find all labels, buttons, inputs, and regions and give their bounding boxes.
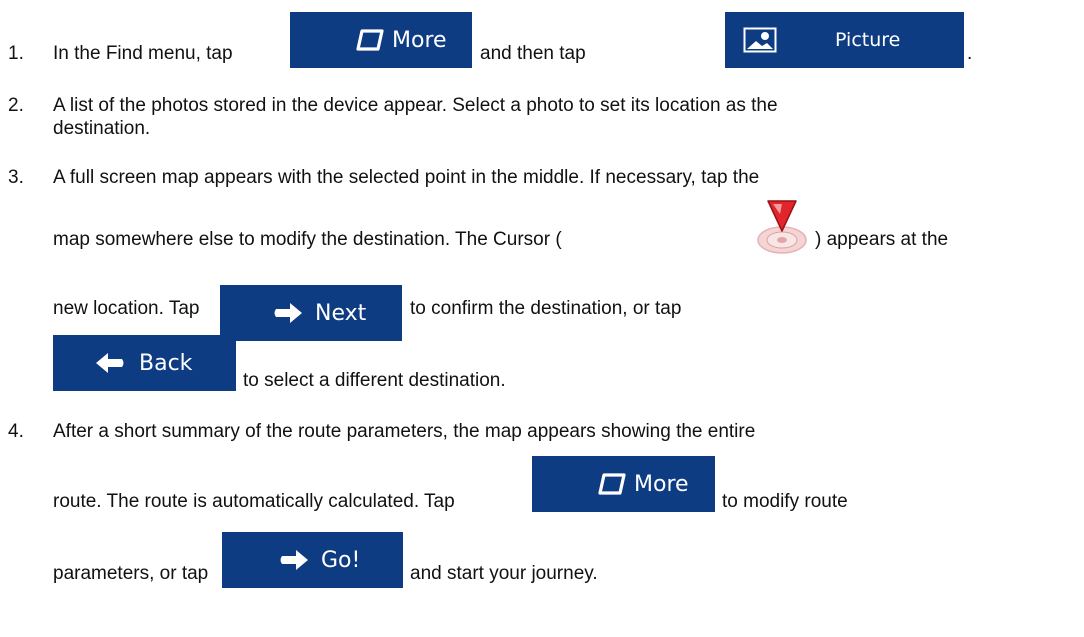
go-button-label: Go!: [321, 547, 361, 573]
step-3-line-1: A full screen map appears with the selec…: [53, 167, 760, 188]
picture-icon: [743, 27, 777, 53]
arrow-right-icon: [271, 301, 305, 325]
step-4-line-1: After a short summary of the route param…: [53, 421, 756, 442]
more-button-2[interactable]: More: [532, 456, 715, 512]
back-button-label: Back: [139, 350, 193, 376]
step-3-line-3a: new location. Tap: [53, 298, 200, 319]
step-2-line-2: destination.: [53, 118, 151, 139]
more-button-label: More: [392, 27, 447, 53]
go-button[interactable]: Go!: [222, 532, 403, 588]
step-2-line-1: A list of the photos stored in the devic…: [53, 95, 778, 116]
more-button-2-label: More: [634, 471, 689, 497]
step-3-number: 3.: [8, 167, 24, 188]
step-2-number: 2.: [8, 95, 24, 116]
step-1-text-b: and then tap: [480, 43, 586, 64]
step-3-line-4: to select a different destination.: [243, 370, 506, 391]
step-3-line-2a: map somewhere else to modify the destina…: [53, 229, 562, 250]
step-4-line-2a: route. The route is automatically calcul…: [53, 491, 455, 512]
step-4-line-2b: to modify route: [722, 491, 848, 512]
arrow-right-icon: [277, 548, 311, 572]
step-4-line-3b: and start your journey.: [410, 563, 598, 584]
next-button[interactable]: Next: [220, 285, 402, 341]
arrow-left-icon: [93, 351, 127, 375]
more-button[interactable]: More: [290, 12, 472, 68]
step-3-line-3b: to confirm the destination, or tap: [410, 298, 682, 319]
step-1-text-c: .: [967, 43, 973, 64]
cursor-pin-icon: [752, 198, 812, 260]
step-4-number: 4.: [8, 421, 24, 442]
picture-button-label: Picture: [835, 29, 901, 51]
step-1-text-a: In the Find menu, tap: [53, 43, 233, 64]
next-button-label: Next: [315, 300, 367, 326]
step-4-line-3a: parameters, or tap: [53, 563, 209, 584]
more-icon: [356, 29, 384, 51]
step-1-number: 1.: [8, 43, 24, 64]
picture-button[interactable]: Picture: [725, 12, 964, 68]
step-3-line-2b: ) appears at the: [815, 229, 949, 250]
back-button[interactable]: Back: [53, 335, 236, 391]
more-icon: [598, 473, 626, 495]
